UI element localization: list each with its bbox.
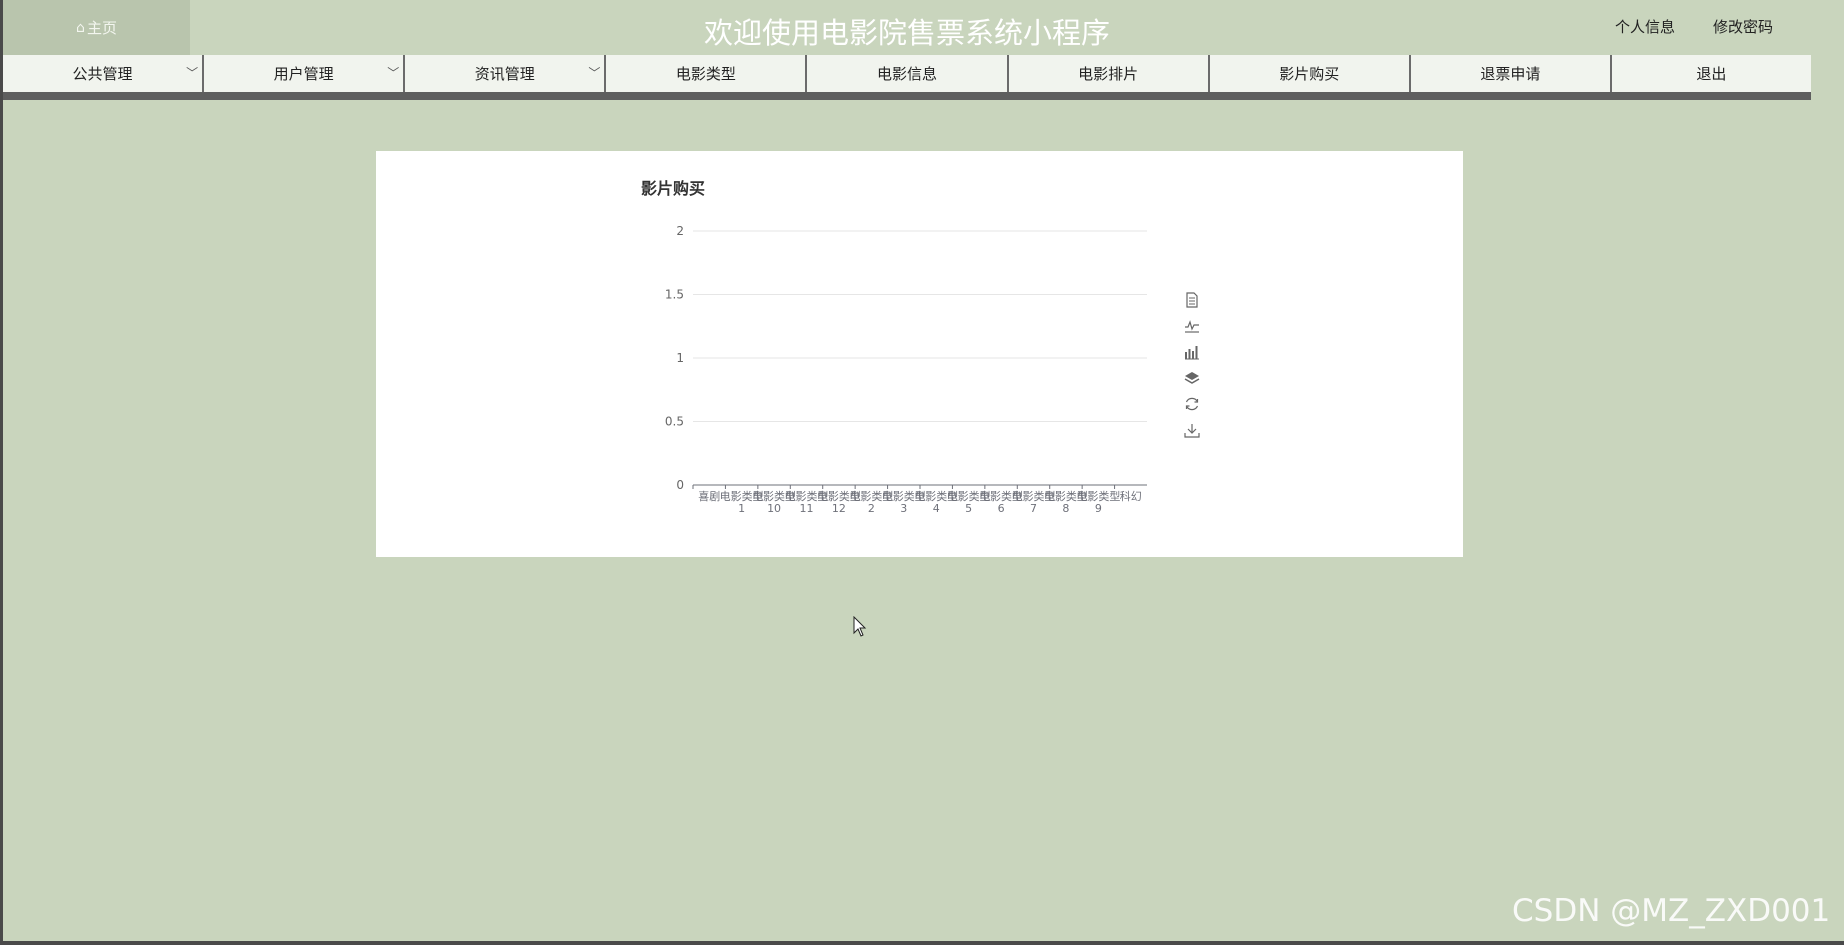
chevron-down-icon: ﹀ <box>186 66 199 80</box>
page-title: 欢迎使用电影院售票系统小程序 <box>703 16 1110 50</box>
top-header: ⌂ 主页 欢迎使用电影院售票系统小程序 个人信息 修改密码 <box>3 0 1811 55</box>
x-tick-label: 科幻 <box>1120 489 1142 503</box>
chevron-down-icon: ﹀ <box>387 66 400 80</box>
y-tick-label: 1 <box>676 351 684 365</box>
nav-item-logout[interactable]: 退出 <box>1612 55 1811 92</box>
watermark: CSDN @MZ_ZXD001 <box>1512 893 1831 929</box>
y-tick-label: 2 <box>676 224 684 238</box>
stack-icon[interactable] <box>1179 365 1205 391</box>
bar-chart: 00.511.52喜剧 电影类型 1电影类型 10电影类型 11电影类型 12电影类型 2电… <box>665 224 1147 515</box>
nav-label: 电影信息 <box>876 65 937 83</box>
nav-item-refund[interactable]: 退票申请 <box>1411 55 1612 92</box>
nav-item-movie-info[interactable]: 电影信息 <box>807 55 1009 92</box>
nav-item-movie-type[interactable]: 电影类型 <box>606 55 808 92</box>
nav-label: 退票申请 <box>1480 65 1541 83</box>
nav-label: 资讯管理 <box>474 65 535 83</box>
data-view-icon[interactable] <box>1179 287 1205 313</box>
download-icon[interactable] <box>1179 417 1205 443</box>
chart-panel: 影片购买 0 0.5 1 1.5 2 喜剧 电影类型 1 电影类型 10 电影类型 11 电影类型 12 电… <box>376 151 1463 557</box>
nav-label: 电影排片 <box>1078 65 1139 83</box>
nav-label: 公共管理 <box>72 65 133 83</box>
y-tick-label: 1.5 <box>665 288 684 302</box>
window-frame-bottom <box>0 941 1844 945</box>
change-password-link[interactable]: 修改密码 <box>1713 16 1773 37</box>
restore-icon[interactable] <box>1179 391 1205 417</box>
profile-link[interactable]: 个人信息 <box>1615 16 1675 37</box>
nav-item-purchase[interactable]: 影片购买 <box>1210 55 1411 92</box>
mouse-cursor-icon <box>853 615 867 642</box>
nav-item-users[interactable]: 用户管理 ﹀ <box>204 55 406 92</box>
chart-toolbox <box>1179 287 1205 443</box>
main-nav: 公共管理 ﹀ 用户管理 ﹀ 资讯管理 ﹀ 电影类型 电影信息 电影排片 影片购买… <box>3 55 1811 92</box>
home-button[interactable]: ⌂ 主页 <box>3 0 190 55</box>
bar-chart-icon[interactable] <box>1179 339 1205 365</box>
nav-label: 电影类型 <box>675 65 736 83</box>
nav-label: 退出 <box>1696 65 1727 83</box>
window-frame-left <box>0 0 3 945</box>
nav-label: 影片购买 <box>1279 65 1340 83</box>
home-icon: ⌂ <box>76 19 85 36</box>
y-tick-label: 0 <box>676 478 684 492</box>
nav-item-schedule[interactable]: 电影排片 <box>1009 55 1210 92</box>
nav-item-public[interactable]: 公共管理 ﹀ <box>3 55 205 92</box>
line-chart-icon[interactable] <box>1179 313 1205 339</box>
nav-label: 用户管理 <box>273 65 334 83</box>
nav-divider <box>3 92 1811 100</box>
y-tick-label: 0.5 <box>665 415 684 429</box>
home-label: 主页 <box>86 19 117 37</box>
x-tick-label: 喜剧 <box>698 490 720 503</box>
x-tick-label: 电影类型 9 <box>1076 489 1120 515</box>
chevron-down-icon: ﹀ <box>588 66 601 80</box>
page-margin-right <box>1811 0 1844 945</box>
nav-item-news[interactable]: 资讯管理 ﹀ <box>405 55 607 92</box>
